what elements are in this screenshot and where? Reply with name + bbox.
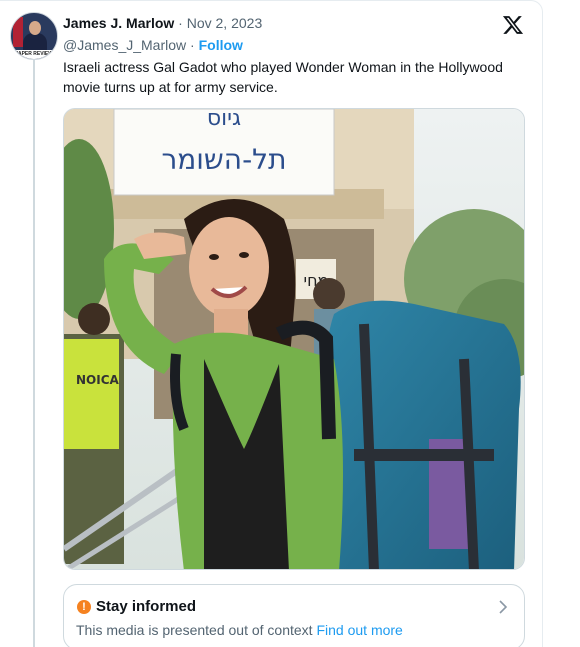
tweet-header: James J. Marlow · Nov 2, 2023 @James_J_M… xyxy=(63,14,520,54)
notice-body-text: This media is presented out of context xyxy=(76,622,313,638)
context-notice[interactable]: ! Stay informed This media is presented … xyxy=(63,584,525,647)
avatar-flag xyxy=(13,17,23,47)
tweet-media-photo[interactable]: גיוס תל-השומר מחי NOICA xyxy=(63,108,525,570)
handle-separator: · xyxy=(190,37,195,53)
avatar[interactable]: PAPER REVIEW xyxy=(10,12,58,60)
tweet-text: Israeli actress Gal Gadot who played Won… xyxy=(63,59,503,95)
sign-line-1: גיוס xyxy=(207,109,241,131)
author-handle[interactable]: @James_J_Marlow xyxy=(63,37,186,53)
thread-line xyxy=(33,58,35,647)
alert-circle-icon: ! xyxy=(77,600,91,614)
x-logo-icon[interactable] xyxy=(502,14,524,36)
header-separator: · xyxy=(178,15,183,31)
avatar-label: PAPER REVIEW xyxy=(11,50,57,59)
find-out-more-link[interactable]: Find out more xyxy=(316,622,402,638)
vest-text: NOICA xyxy=(76,373,120,387)
avatar-head xyxy=(29,21,41,35)
notice-body: This media is presented out of context F… xyxy=(76,622,403,638)
chevron-right-icon xyxy=(499,600,508,614)
notice-title: Stay informed xyxy=(96,598,197,615)
sign-line-2: תל-השומר xyxy=(161,143,286,176)
author-display-name[interactable]: James J. Marlow xyxy=(63,15,174,31)
follow-button[interactable]: Follow xyxy=(199,37,243,53)
tweet-date[interactable]: Nov 2, 2023 xyxy=(187,15,263,31)
